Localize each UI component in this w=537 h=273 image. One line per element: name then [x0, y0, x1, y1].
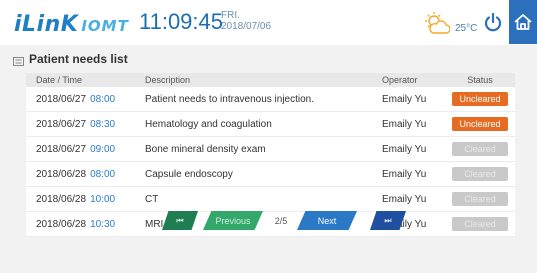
table-header: Date / Time Description Operator Status — [26, 73, 515, 87]
col-operator: Operator — [382, 75, 418, 85]
row-time: 08:30 — [90, 118, 116, 130]
last-page-button[interactable]: ⏭ — [370, 211, 406, 230]
power-button[interactable] — [481, 9, 505, 35]
row-date: 2018/06/27 — [36, 143, 87, 155]
row-operator: Emaily Yu — [382, 193, 427, 205]
row-date: 2018/06/28 — [36, 193, 87, 205]
row-description: CT — [145, 193, 159, 205]
status-button[interactable]: Cleared — [452, 192, 508, 206]
status-button[interactable]: Cleared — [452, 167, 508, 181]
home-icon — [514, 14, 532, 30]
app-logo: iLinK IOMT — [14, 12, 129, 37]
next-button[interactable]: Next — [297, 211, 357, 230]
row-time: 08:00 — [90, 168, 116, 180]
previous-button[interactable]: Previous — [203, 211, 263, 230]
day-of-week: FRI. — [221, 10, 240, 21]
row-status-cell: Cleared — [445, 192, 515, 206]
row-description: Hematology and coagulation — [145, 118, 272, 130]
patient-needs-panel: Patient needs list Date / Time Descripti… — [0, 45, 537, 273]
row-status-cell: Cleared — [445, 167, 515, 181]
row-datetime: 2018/06/27 08:30 — [26, 119, 140, 130]
last-page-icon: ⏭ — [384, 215, 392, 225]
logo-sub: IOMT — [81, 17, 129, 35]
row-time: 09:00 — [90, 143, 116, 155]
col-description: Description — [145, 75, 191, 85]
panel-title: Patient needs list — [13, 52, 128, 66]
top-bar: iLinK IOMT 11:09:45 FRI. 2018/07/06 25°C — [0, 0, 537, 44]
col-status: Status — [467, 75, 493, 85]
status-button[interactable]: Cleared — [452, 142, 508, 156]
row-operator: Emaily Yu — [382, 93, 427, 105]
pagination: ⏮ Previous 2/5 Next ⏭ — [0, 208, 537, 232]
row-description: Patient needs to intravenous injection. — [145, 93, 314, 105]
row-operator: Emaily Yu — [382, 168, 427, 180]
table-row[interactable]: 2018/06/27 08:00 Patient needs to intraven… — [26, 87, 515, 112]
logo-main: iLinK — [14, 12, 79, 37]
temperature: 25°C — [455, 23, 478, 34]
table-row[interactable]: 2018/06/27 08:30 Hematology and coagulatio… — [26, 112, 515, 137]
row-datetime: 2018/06/27 08:00 — [26, 94, 140, 105]
row-status-cell: Cleared — [445, 142, 515, 156]
table-row[interactable]: 2018/06/28 08:00 Capsule endoscopy Emaily Y… — [26, 162, 515, 187]
row-operator: Emaily Yu — [382, 143, 427, 155]
power-icon — [484, 12, 502, 32]
date-display: FRI. 2018/07/06 — [221, 10, 271, 32]
row-description: Capsule endoscopy — [145, 168, 233, 180]
row-time: 10:00 — [90, 193, 116, 205]
first-page-button[interactable]: ⏮ — [162, 211, 198, 230]
partly-cloudy-icon — [424, 11, 451, 35]
panel-title-text: Patient needs list — [29, 52, 128, 66]
row-datetime: 2018/06/28 08:00 — [26, 169, 140, 180]
row-description: Bone mineral density exam — [145, 143, 266, 155]
row-date: 2018/06/27 — [36, 93, 87, 105]
page-indicator: 2/5 — [274, 216, 288, 226]
row-operator: Emaily Yu — [382, 118, 427, 130]
clock-time: 11:09:45 — [139, 9, 224, 34]
list-icon — [13, 55, 24, 66]
home-button[interactable] — [509, 0, 537, 44]
status-button[interactable]: Uncleared — [452, 92, 508, 106]
row-status-cell: Uncleared — [445, 92, 515, 106]
row-datetime: 2018/06/28 10:00 — [26, 194, 140, 205]
current-date: 2018/07/06 — [221, 21, 272, 32]
row-date: 2018/06/27 — [36, 118, 87, 130]
row-time: 08:00 — [90, 93, 116, 105]
status-button[interactable]: Uncleared — [452, 117, 508, 131]
row-date: 2018/06/28 — [36, 168, 87, 180]
table-row[interactable]: 2018/06/27 09:00 Bone mineral density exam… — [26, 137, 515, 162]
first-page-icon: ⏮ — [176, 215, 184, 225]
col-datetime: Date / Time — [36, 75, 83, 85]
row-status-cell: Uncleared — [445, 117, 515, 131]
row-datetime: 2018/06/27 09:00 — [26, 144, 140, 155]
